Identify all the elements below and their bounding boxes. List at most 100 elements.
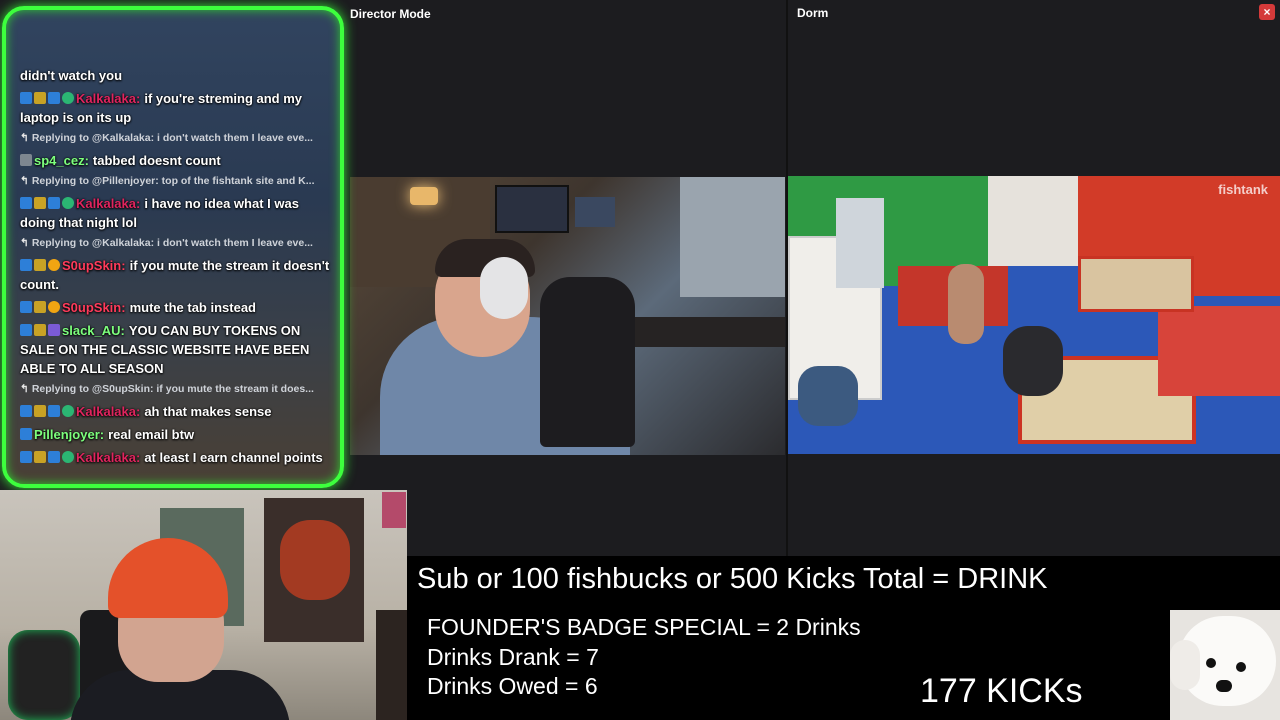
crown-badge-icon [34, 451, 46, 463]
reply-arrow-icon: ↰ [20, 175, 29, 187]
reply-arrow-icon: ↰ [20, 237, 29, 249]
dorm-video-feed[interactable]: fishtank [788, 176, 1280, 454]
orange-badge-icon [48, 301, 60, 313]
drinks-owed: Drinks Owed = 6 [427, 673, 598, 699]
blue-badge-icon [20, 451, 32, 463]
bed-back-frame [1078, 256, 1194, 312]
lamp-light [410, 187, 438, 205]
headphones [480, 257, 528, 319]
chat-messages: didn't watch you Kalkalaka: if you're stre… [20, 66, 330, 471]
chat-username[interactable]: S0upSkin: [62, 258, 126, 273]
drinks-drank: Drinks Drank = 7 [427, 644, 599, 670]
director-mode-title: Director Mode [350, 7, 431, 21]
dog-eye [1206, 658, 1216, 668]
chat-message-text: tabbed doesnt count [92, 153, 221, 168]
chat-message: S0upSkin: mute the tab instead [20, 298, 330, 317]
office-chair [540, 277, 635, 447]
crown-badge-icon [34, 324, 46, 336]
poster-small [382, 492, 406, 528]
blue-badge-icon [20, 428, 32, 440]
monitor [575, 197, 615, 227]
chat-username[interactable]: Pillenjoyer: [34, 427, 104, 442]
blue-badge-icon [48, 92, 60, 104]
chat-username[interactable]: Kalkalaka: [76, 91, 140, 106]
orange-badge-icon [48, 259, 60, 271]
chat-message-text: real email btw [108, 427, 195, 442]
green-badge-icon [62, 451, 74, 463]
person-sitting [948, 264, 984, 344]
chat-overlay[interactable]: didn't watch you Kalkalaka: if you're stre… [2, 6, 344, 488]
dog-eye [1236, 662, 1246, 672]
blue-badge-icon [20, 324, 32, 336]
close-icon[interactable]: × [1259, 4, 1275, 20]
crown-badge-icon [34, 405, 46, 417]
drink-info-panel: Sub or 100 fishbucks or 500 Kicks Total … [407, 556, 1280, 720]
doorway [836, 198, 884, 288]
crown-badge-icon [34, 197, 46, 209]
blue-badge-icon [20, 92, 32, 104]
grey-badge-icon [20, 154, 32, 166]
green-badge-icon [62, 197, 74, 209]
purple-badge-icon [48, 324, 60, 336]
chat-message-text: at least I earn channel points [144, 450, 323, 465]
reply-text: Replying to @Kalkalaka: i don't watch th… [31, 132, 313, 144]
bed-right [1158, 306, 1280, 396]
blue-badge-icon [48, 197, 60, 209]
chat-message-text: ah that makes sense [144, 404, 272, 419]
chat-message: S0upSkin: if you mute the stream it doesn… [20, 256, 330, 294]
reply-text: Replying to @Kalkalaka: i don't watch th… [31, 237, 313, 249]
clothes-pile [798, 366, 858, 426]
dog-image [1170, 610, 1280, 720]
streamer-webcam [0, 490, 407, 720]
chat-message-text: mute the tab instead [129, 300, 256, 315]
crown-badge-icon [34, 259, 46, 271]
reply-arrow-icon: ↰ [20, 132, 29, 144]
poster-warcraft-art [280, 520, 350, 600]
blue-badge-icon [48, 451, 60, 463]
drink-headline: Sub or 100 fishbucks or 500 Kicks Total … [417, 563, 1048, 595]
person-crouching [1003, 326, 1063, 396]
chat-reply-context: ↰ Replying to @Pillenjoyer: top of the fi… [20, 174, 330, 188]
chat-message: Pillenjoyer: real email btw [20, 425, 330, 444]
kicks-counter: 177 KICKs [920, 672, 1083, 710]
dorm-title: Dorm [797, 6, 829, 20]
founder-badge-special: FOUNDER'S BADGE SPECIAL = 2 Drinks [427, 614, 861, 640]
crown-badge-icon [34, 301, 46, 313]
blue-badge-icon [20, 405, 32, 417]
chat-username[interactable]: Kalkalaka: [76, 450, 140, 465]
monitor [495, 185, 569, 233]
chat-reply-context: ↰ Replying to @S0upSkin: if you mute the … [20, 382, 330, 396]
window-light [680, 177, 785, 297]
chat-reply-context: ↰ Replying to @Kalkalaka: i don't watch t… [20, 131, 330, 145]
reply-text: Replying to @Pillenjoyer: top of the fis… [31, 175, 315, 187]
chat-message: Kalkalaka: i have no idea what I was doin… [20, 194, 330, 232]
chat-message: Kalkalaka: at least I earn channel points [20, 448, 330, 467]
chat-username[interactable]: slack_AU: [62, 323, 125, 338]
blue-badge-icon [20, 197, 32, 209]
green-badge-icon [62, 405, 74, 417]
chat-reply-context: ↰ Replying to @Kalkalaka: i don't watch t… [20, 236, 330, 250]
chat-message: Kalkalaka: if you're streming and my lapt… [20, 89, 330, 127]
chat-username[interactable]: Kalkalaka: [76, 404, 140, 419]
dog-nose [1216, 680, 1232, 692]
blue-badge-icon [20, 259, 32, 271]
fishtank-watermark: fishtank [1218, 182, 1268, 197]
chat-username[interactable]: S0upSkin: [62, 300, 126, 315]
mic [8, 630, 80, 720]
chat-message: sp4_cez: tabbed doesnt count [20, 151, 330, 170]
chat-message-text: didn't watch you [20, 68, 123, 83]
crown-badge-icon [34, 92, 46, 104]
white-wall [988, 176, 1078, 266]
chat-username[interactable]: sp4_cez: [34, 153, 89, 168]
blue-badge-icon [20, 301, 32, 313]
dog-ear [1170, 640, 1200, 690]
green-badge-icon [62, 92, 74, 104]
chat-username[interactable]: Kalkalaka: [76, 196, 140, 211]
reply-arrow-icon: ↰ [20, 383, 29, 395]
desk [635, 317, 785, 347]
shelf [376, 610, 407, 720]
blue-badge-icon [48, 405, 60, 417]
chat-message: slack_AU: YOU CAN BUY TOKENS ON SALE ON T… [20, 321, 330, 378]
reply-text: Replying to @S0upSkin: if you mute the s… [31, 383, 314, 395]
director-video-feed[interactable] [350, 177, 785, 455]
